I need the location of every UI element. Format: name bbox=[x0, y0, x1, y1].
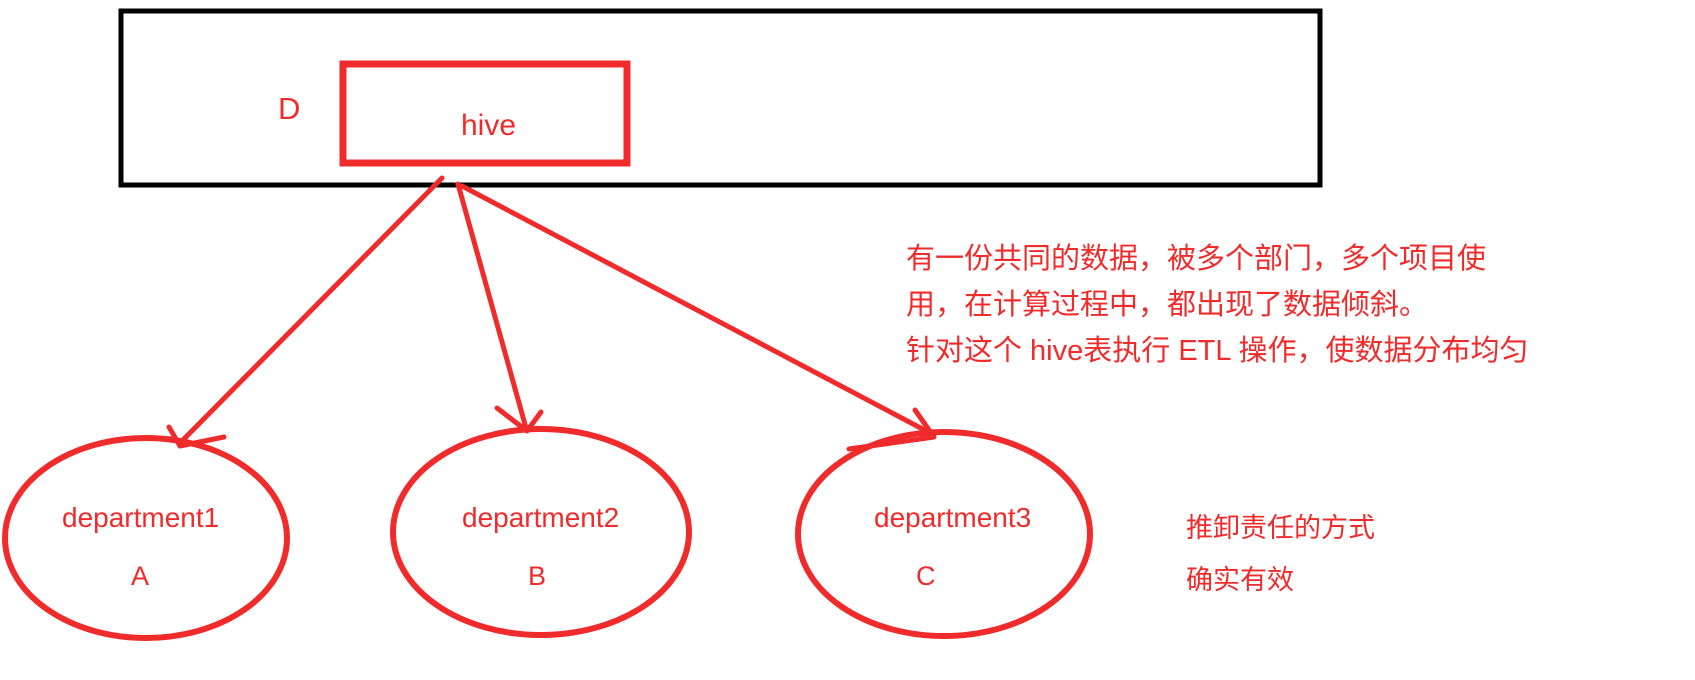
annotation-bottom-line-1: 推卸责任的方式 bbox=[1186, 513, 1375, 543]
node-letter-department3: C bbox=[916, 561, 936, 591]
outer-box-label: D bbox=[278, 91, 301, 126]
annotation-main: 有一份共同的数据，被多个部门，多个项目使 用，在计算过程中，都出现了数据倾斜。 … bbox=[906, 236, 1528, 374]
annotation-bottom-line-2: 确实有效 bbox=[1186, 565, 1294, 595]
annotation-main-line-2: 用，在计算过程中，都出现了数据倾斜。 bbox=[906, 289, 1429, 321]
node-label-department1: department1 bbox=[62, 502, 220, 533]
hive-box-label: hive bbox=[461, 109, 517, 142]
node-letter-department1: A bbox=[131, 561, 150, 591]
arrow-hive-to-department3 bbox=[459, 183, 937, 452]
diagram-canvas: D hive department1 A department2 B depar… bbox=[0, 0, 1695, 680]
node-label-department3: department3 bbox=[874, 502, 1032, 533]
annotation-main-line-3: 针对这个 hive表执行 ETL 操作，使数据分布均匀 bbox=[906, 335, 1529, 367]
node-letter-department2: B bbox=[528, 561, 547, 591]
annotation-main-line-1: 有一份共同的数据，被多个部门，多个项目使 bbox=[906, 243, 1487, 275]
node-ellipse-department1 bbox=[2, 435, 290, 641]
annotation-bottom: 推卸责任的方式 确实有效 bbox=[1186, 502, 1375, 606]
outer-container-rect bbox=[118, 8, 1323, 188]
node-label-department2: department2 bbox=[462, 502, 620, 533]
arrow-hive-to-department1 bbox=[166, 175, 445, 449]
node-ellipse-department3 bbox=[795, 429, 1093, 639]
